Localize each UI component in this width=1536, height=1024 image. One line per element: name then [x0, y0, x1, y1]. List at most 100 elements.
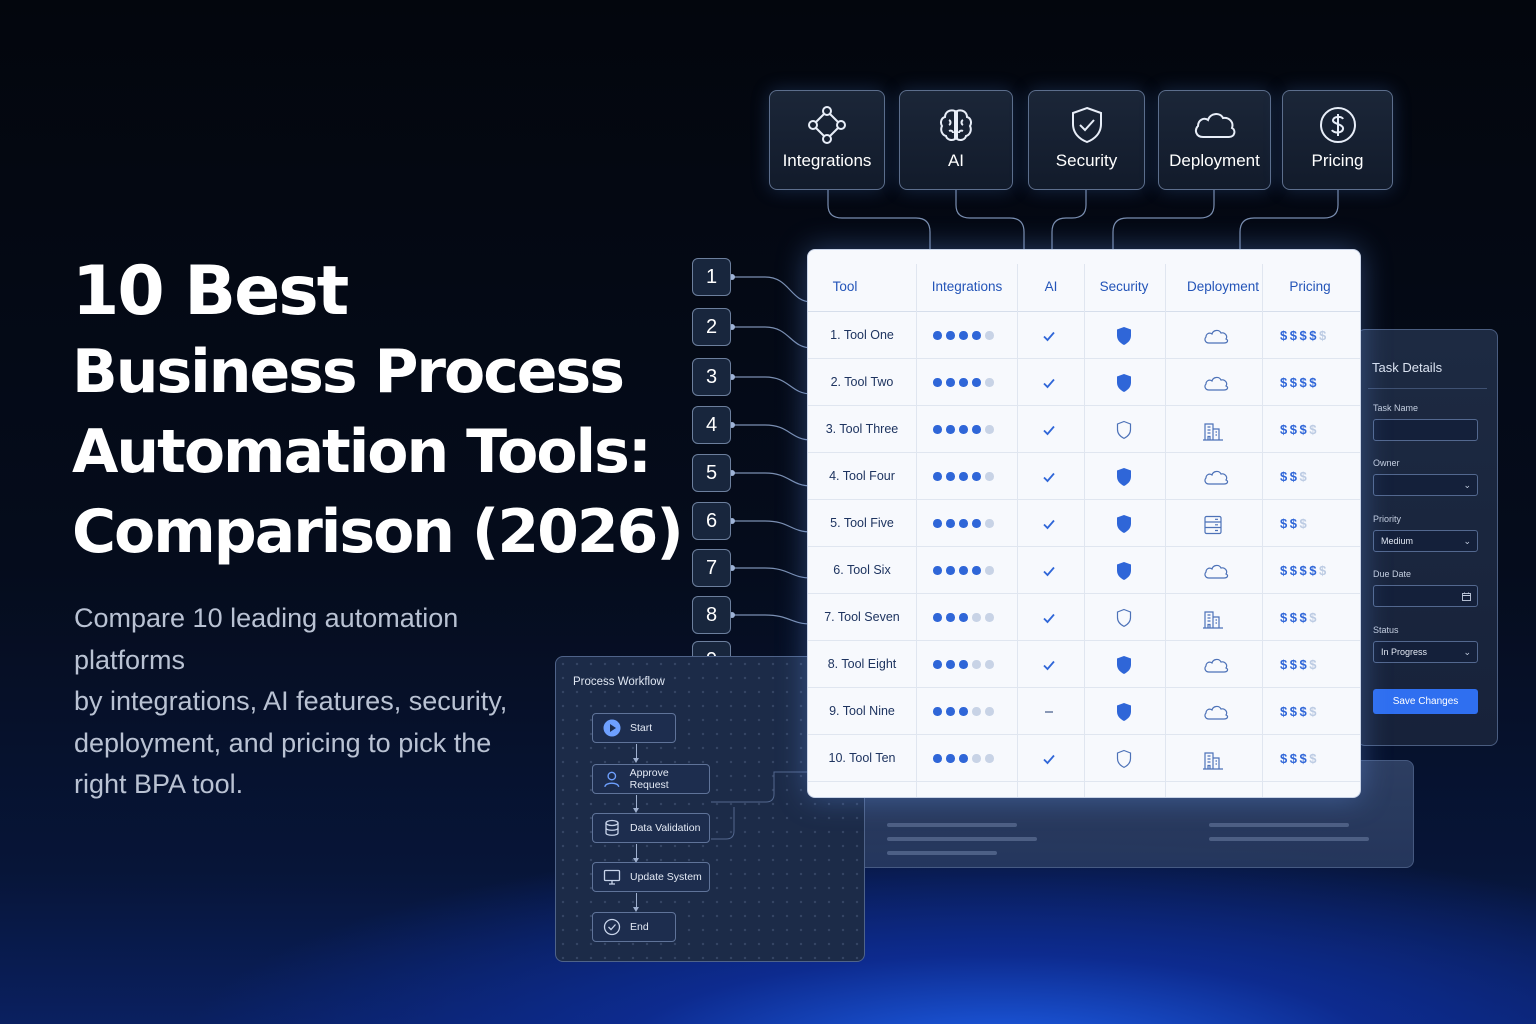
workflow-branch-connector	[711, 771, 816, 840]
workflow-step-end[interactable]: End	[592, 912, 676, 942]
column-header-ai[interactable]: AI	[1018, 250, 1084, 312]
rank-badge-5: 5	[692, 454, 731, 492]
shield-filled-icon	[1117, 327, 1131, 345]
deployment-cell	[1202, 655, 1230, 680]
rating-dot	[946, 472, 955, 481]
column-header-pricing[interactable]: Pricing	[1263, 250, 1357, 312]
security-cell	[1115, 702, 1133, 727]
rating-dot	[946, 660, 955, 669]
integrations-rating	[933, 378, 994, 387]
price-symbol: $	[1299, 516, 1310, 531]
column-header-integrations[interactable]: Integrations	[916, 250, 1018, 312]
integrations-rating	[933, 425, 994, 434]
tool-name: 5. Tool Five	[830, 516, 894, 530]
category-card-ai[interactable]: AI	[899, 90, 1013, 190]
check-icon	[1043, 378, 1055, 389]
table-row[interactable]: 8. Tool Eight $$$$	[808, 641, 1360, 688]
price-symbol: $	[1299, 610, 1310, 625]
user-icon	[604, 771, 620, 788]
brain-icon	[940, 109, 972, 141]
subtitle: Compare 10 leading automation platforms …	[74, 598, 574, 806]
table-row[interactable]: 9. Tool Nine $$$$	[808, 688, 1360, 735]
rating-dot	[959, 566, 968, 575]
building-icon	[1203, 423, 1223, 441]
table-row[interactable]: 2. Tool Two $$$$	[808, 359, 1360, 406]
rating-dot	[933, 566, 942, 575]
rating-dot	[959, 331, 968, 340]
category-card-integrations[interactable]: Integrations	[769, 90, 885, 190]
rating-dot	[946, 519, 955, 528]
category-card-pricing[interactable]: Pricing	[1282, 90, 1393, 190]
tool-name: 10. Tool Ten	[828, 751, 896, 765]
category-label-integrations: Integrations	[782, 151, 872, 170]
rating-dot	[933, 613, 942, 622]
rating-dot	[972, 566, 981, 575]
workflow-step-validation[interactable]: Data Validation	[592, 813, 710, 843]
rating-dot	[972, 519, 981, 528]
rating-dot	[933, 472, 942, 481]
task-name-label: Task Name	[1373, 403, 1419, 413]
dollar-circle-icon	[1319, 107, 1356, 143]
owner-select[interactable]: ⌄	[1373, 474, 1478, 496]
headline-line-4: Comparison (2026)	[72, 497, 684, 567]
rating-dot	[933, 425, 942, 434]
rating-dot	[985, 707, 994, 716]
subtitle-line-4: right BPA tool.	[74, 769, 244, 799]
shield-filled-icon	[1117, 515, 1131, 533]
headline-line-3: Automation Tools:	[72, 417, 652, 487]
workflow-step-start[interactable]: Start	[592, 713, 676, 743]
monitor-icon	[603, 869, 621, 885]
priority-select[interactable]: Medium ⌄	[1373, 530, 1478, 552]
task-name-input[interactable]	[1373, 419, 1478, 441]
table-row[interactable]: 10. Tool Ten $$$$	[808, 735, 1360, 782]
rating-dot	[972, 613, 981, 622]
column-header-tool[interactable]: Tool	[808, 250, 882, 312]
deployment-cell	[1202, 420, 1224, 447]
integrations-rating	[933, 613, 994, 622]
workflow-step-label: Approve Request	[629, 767, 669, 791]
deployment-cell	[1202, 561, 1230, 586]
tool-name: 7. Tool Seven	[824, 610, 900, 624]
price-symbol: $	[1280, 375, 1290, 390]
rating-dot	[972, 425, 981, 434]
rating-dot	[959, 519, 968, 528]
category-card-deployment[interactable]: Deployment	[1158, 90, 1271, 190]
ai-support-cell	[1041, 422, 1057, 443]
rating-dot	[985, 331, 994, 340]
deployment-cell	[1202, 749, 1224, 776]
price-symbol: $	[1280, 657, 1290, 672]
status-select[interactable]: In Progress ⌄	[1373, 641, 1478, 663]
table-row[interactable]: 7. Tool Seven $$$$	[808, 594, 1360, 641]
due-date-input[interactable]	[1373, 585, 1478, 607]
chevron-down-icon: ⌄	[1463, 647, 1471, 657]
rating-dot	[985, 425, 994, 434]
headline-line-2: Business Process	[72, 337, 625, 407]
integrations-rating	[933, 519, 994, 528]
table-row[interactable]: 1. Tool One $$$$$	[808, 312, 1360, 359]
table-row[interactable]: 6. Tool Six $$$$$	[808, 547, 1360, 594]
shield-filled-icon	[1117, 468, 1131, 486]
deployment-cell	[1202, 514, 1224, 541]
deployment-cell	[1202, 373, 1230, 398]
table-row[interactable]: 3. Tool Three $$$$	[808, 406, 1360, 453]
price-symbol: $	[1318, 328, 1329, 343]
price-symbol: $	[1280, 704, 1290, 719]
security-cell	[1115, 608, 1133, 633]
workflow-step-update[interactable]: Update System	[592, 862, 710, 892]
cloud-icon	[1204, 658, 1229, 673]
category-card-security[interactable]: Security	[1028, 90, 1145, 190]
rating-dot	[933, 331, 942, 340]
table-row[interactable]: 4. Tool Four $$$	[808, 453, 1360, 500]
table-row[interactable]: 5. Tool Five $$$	[808, 500, 1360, 547]
status-label: Status	[1373, 625, 1399, 635]
pricing-rating: $$$$	[1280, 688, 1319, 735]
tool-name: 3. Tool Three	[825, 422, 899, 436]
check-circle-icon	[603, 918, 621, 936]
security-cell	[1115, 749, 1133, 774]
shield-filled-icon	[1117, 562, 1131, 580]
column-header-security[interactable]: Security	[1084, 250, 1164, 312]
save-changes-button[interactable]: Save Changes	[1373, 689, 1478, 714]
workflow-step-approve[interactable]: Approve Request	[592, 764, 710, 794]
pricing-rating: $$$$$	[1280, 547, 1329, 594]
network-nodes-icon	[808, 106, 846, 144]
